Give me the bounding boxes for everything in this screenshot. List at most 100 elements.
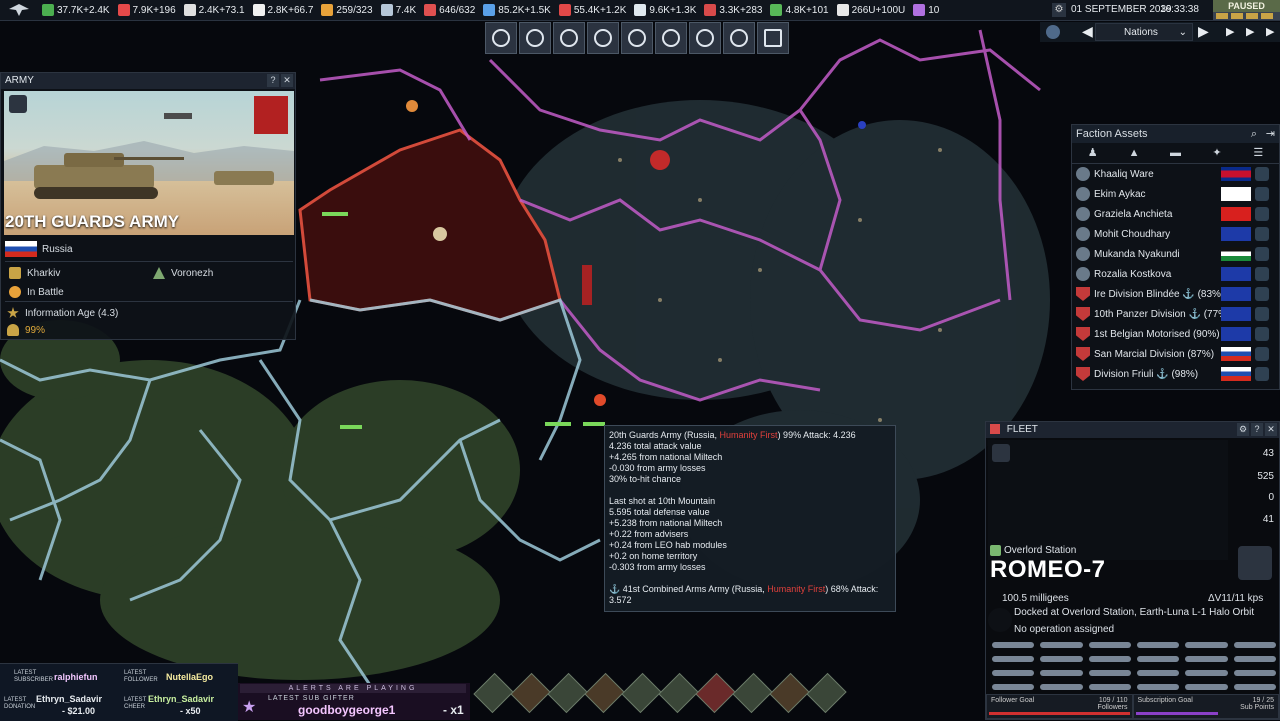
latest-cheer-name: Ethryn_Sadavir: [148, 694, 215, 704]
army-shield-icon: [1076, 327, 1090, 341]
faction-asset-item[interactable]: 10th Panzer Division ⚓ (77%): [1072, 304, 1279, 324]
play-icon[interactable]: ▶: [1246, 25, 1254, 38]
fleet-ship-list[interactable]: [992, 642, 1276, 694]
faction-asset-item[interactable]: Mohit Choudhary: [1072, 224, 1279, 244]
resource-boost[interactable]: 2.4K+73.1: [180, 0, 249, 20]
prev-arrow-icon[interactable]: ◀: [1082, 23, 1093, 40]
resource-influence[interactable]: 37.7K+2.4K: [38, 0, 114, 20]
faction-asset-item[interactable]: Khaaliq Ware: [1072, 164, 1279, 184]
nations-dropdown-label: Nations: [1124, 27, 1158, 38]
alert-button-5[interactable]: [621, 672, 662, 714]
antimatter-icon: [704, 4, 717, 16]
army-strength-row: 99%: [7, 324, 45, 336]
log-button[interactable]: [757, 22, 789, 54]
globe-view-button[interactable]: [485, 22, 517, 54]
resource-noble-metals[interactable]: 55.4K+1.2K: [555, 0, 631, 20]
search-icon[interactable]: ⌕: [1251, 125, 1257, 143]
next-arrow-icon[interactable]: ▶: [1198, 23, 1209, 40]
resource-ops[interactable]: 7.9K+196: [114, 0, 180, 20]
station-type: Overlord Station: [1004, 545, 1077, 556]
asset-action-icon[interactable]: [1255, 347, 1269, 361]
tab-habs[interactable]: ✦: [1196, 143, 1237, 163]
faction-asset-name: Khaaliq Ware: [1094, 168, 1154, 180]
tab-armies[interactable]: ▲: [1113, 143, 1154, 163]
resource-control-points[interactable]: 266U+100U: [833, 0, 910, 20]
faction-asset-item[interactable]: San Marcial Division (87%): [1072, 344, 1279, 364]
asset-action-icon[interactable]: [1255, 267, 1269, 281]
resource-value: 85.2K+1.5K: [498, 4, 551, 16]
faction-asset-item[interactable]: 1st Belgian Motorised (90%): [1072, 324, 1279, 344]
asset-action-icon[interactable]: [1255, 207, 1269, 221]
help-button[interactable]: ?: [267, 74, 279, 87]
fleet-close-button[interactable]: ✕: [1265, 423, 1277, 436]
tab-fleets[interactable]: ▬: [1155, 143, 1196, 163]
faction-asset-item[interactable]: Mukanda Nyakundi: [1072, 244, 1279, 264]
faction-asset-item[interactable]: Division Friuli ⚓ (98%): [1072, 364, 1279, 384]
asset-action-icon[interactable]: [1255, 307, 1269, 321]
speed-control[interactable]: [1213, 12, 1280, 20]
faction-logo-icon[interactable]: [0, 0, 38, 20]
research-button[interactable]: [553, 22, 585, 54]
settings-gear-icon[interactable]: ⚙: [1052, 3, 1066, 17]
asset-action-icon[interactable]: [1255, 327, 1269, 341]
alert-button-2[interactable]: [510, 672, 551, 714]
alert-button-3[interactable]: [547, 672, 588, 714]
resource-volatiles[interactable]: 646/632: [420, 0, 479, 20]
fleets-button[interactable]: [655, 22, 687, 54]
home-region-icon: [9, 267, 21, 279]
asset-action-icon[interactable]: [1255, 187, 1269, 201]
faction-asset-item[interactable]: Ekim Aykac: [1072, 184, 1279, 204]
intel-button[interactable]: [723, 22, 755, 54]
boost-icon: [183, 4, 196, 16]
resource-flag[interactable]: 10: [909, 0, 943, 20]
fast-forward-icon[interactable]: ▶: [1266, 25, 1274, 38]
russia-flag-icon: [5, 241, 37, 257]
alert-button-8[interactable]: [732, 672, 773, 714]
alert-button-6[interactable]: [658, 672, 699, 714]
combat-tooltip: 20th Guards Army (Russia, Humanity First…: [604, 425, 896, 612]
alert-button-7[interactable]: [695, 672, 736, 714]
collapse-icon[interactable]: ⇥: [1266, 125, 1275, 143]
solar-system-button[interactable]: [519, 22, 551, 54]
resource-fissiles[interactable]: 9.6K+1.3K: [630, 0, 700, 20]
resource-antimatter[interactable]: 3.3K+283: [700, 0, 766, 20]
faction-asset-item[interactable]: Graziela Anchieta: [1072, 204, 1279, 224]
gifter-name: goodboygeorge1: [298, 703, 396, 717]
asset-action-icon[interactable]: [1255, 247, 1269, 261]
close-button[interactable]: ✕: [281, 74, 293, 87]
faction-asset-item[interactable]: Ire Division Blindée ⚓ (83%): [1072, 284, 1279, 304]
resource-mission-control[interactable]: 2.8K+66.7: [249, 0, 318, 20]
resource-research[interactable]: 259/323: [317, 0, 376, 20]
alert-button-9[interactable]: [769, 672, 810, 714]
asset-action-icon[interactable]: [1255, 167, 1269, 181]
asset-action-icon[interactable]: [1255, 227, 1269, 241]
tab-councilors[interactable]: ♟: [1072, 143, 1113, 163]
resource-exotics[interactable]: 4.8K+101: [766, 0, 832, 20]
asset-action-icon[interactable]: [1255, 367, 1269, 381]
objectives-button[interactable]: [689, 22, 721, 54]
latest-cheer-label: LATEST CHEER: [124, 697, 147, 710]
paused-indicator[interactable]: PAUSED: [1213, 0, 1280, 12]
faction-asset-name: Rozalia Kostkova: [1094, 268, 1172, 280]
faction-asset-item[interactable]: Rozalia Kostkova: [1072, 264, 1279, 284]
alert-button-4[interactable]: [584, 672, 625, 714]
resource-metals[interactable]: 85.2K+1.5K: [479, 0, 555, 20]
nations-dropdown[interactable]: Nations ⌄: [1095, 23, 1193, 41]
tooltip-line: 30% to-hit chance: [609, 474, 682, 484]
forward-arrow-icon[interactable]: ▶: [1226, 25, 1234, 38]
asset-action-icon[interactable]: [1255, 287, 1269, 301]
army-shield-icon: [1076, 367, 1090, 381]
tab-filter[interactable]: ☰: [1238, 143, 1279, 163]
councilor-portrait-icon: [1076, 207, 1090, 221]
alert-button-1[interactable]: [473, 672, 514, 714]
space-assets-button[interactable]: [621, 22, 653, 54]
faction-asset-name: Ekim Aykac: [1094, 188, 1146, 200]
resource-water[interactable]: 7.4K: [377, 0, 421, 20]
resource-value: 7.9K+196: [132, 4, 176, 16]
water-icon: [380, 4, 393, 16]
nations-button[interactable]: [587, 22, 619, 54]
fleet-help-button[interactable]: ?: [1251, 423, 1263, 436]
fleet-settings-button[interactable]: ⚙: [1237, 423, 1249, 436]
globe-icon[interactable]: [1046, 25, 1060, 39]
army-panel-title: ARMY: [5, 75, 34, 86]
